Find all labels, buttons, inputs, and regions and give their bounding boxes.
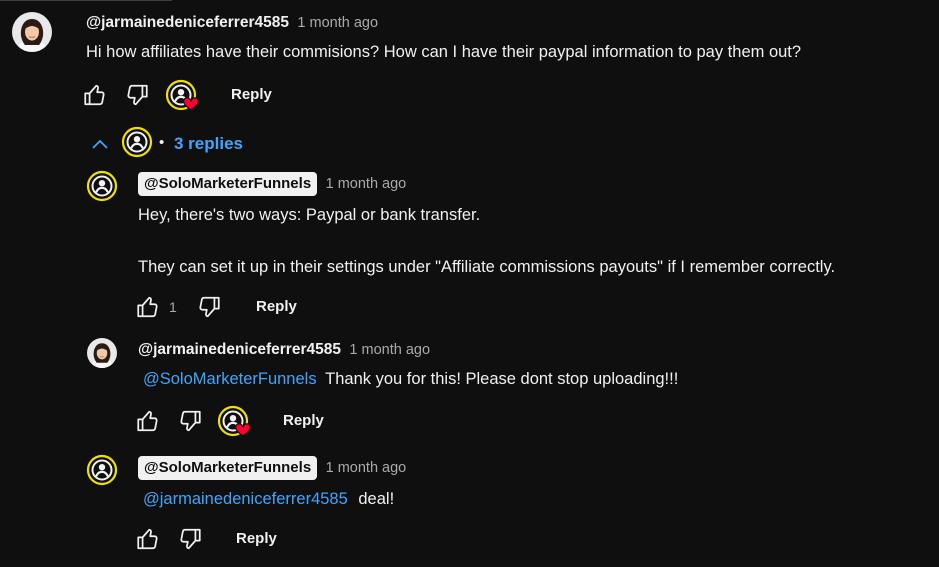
like-icon[interactable]: [135, 408, 161, 434]
reply-message: deal!: [358, 490, 395, 508]
reply-button[interactable]: Reply: [236, 530, 277, 547]
channel-avatar-icon[interactable]: [86, 170, 118, 202]
separator-dot: •: [159, 134, 165, 151]
comment-text: Hi how affiliates have their commisions?…: [86, 43, 802, 61]
creator-heart-icon: [217, 405, 253, 439]
comment-author[interactable]: @jarmainedeniceferrer4585: [86, 14, 289, 31]
commenter-avatar[interactable]: [87, 338, 117, 368]
commenter-avatar[interactable]: [12, 12, 52, 52]
reply-time[interactable]: 1 month ago: [326, 460, 407, 476]
mention-link[interactable]: @jarmainedeniceferrer4585: [143, 490, 348, 508]
reply-message: Thank you for this! Please dont stop upl…: [325, 370, 679, 388]
dislike-icon[interactable]: [196, 294, 222, 320]
like-icon[interactable]: [135, 526, 161, 552]
like-icon[interactable]: [135, 294, 161, 320]
reply-author[interactable]: @jarmainedeniceferrer4585: [138, 341, 341, 358]
like-count: 1: [169, 299, 177, 315]
replies-toggle-button[interactable]: 3 replies: [174, 134, 243, 154]
creator-heart-icon: [165, 79, 201, 113]
dislike-icon[interactable]: [124, 82, 150, 108]
chevron-up-icon[interactable]: [90, 136, 110, 152]
reply-button[interactable]: Reply: [283, 412, 324, 429]
comment-time[interactable]: 1 month ago: [297, 15, 378, 31]
reply-author-chip[interactable]: @SoloMarketerFunnels: [138, 456, 318, 480]
like-icon[interactable]: [82, 82, 108, 108]
top-divider: [0, 0, 172, 1]
reply-header: @SoloMarketerFunnels 1 month ago: [138, 172, 406, 196]
channel-avatar-icon[interactable]: [86, 454, 118, 486]
reply-text: @jarmainedeniceferrer4585 deal!: [143, 490, 394, 509]
mention-link[interactable]: @SoloMarketerFunnels: [143, 370, 317, 388]
dislike-icon[interactable]: [177, 408, 203, 434]
reply-text: @SoloMarketerFunnels Thank you for this!…: [143, 370, 678, 389]
reply-header: @SoloMarketerFunnels 1 month ago: [138, 456, 406, 480]
comment-header: @jarmainedeniceferrer4585 1 month ago: [86, 14, 378, 32]
reply-time[interactable]: 1 month ago: [349, 342, 430, 358]
reply-time[interactable]: 1 month ago: [326, 176, 407, 192]
reply-button[interactable]: Reply: [256, 298, 297, 315]
replier-avatar-icon: [121, 126, 153, 158]
reply-button[interactable]: Reply: [231, 86, 272, 103]
reply-text-line1: Hey, there's two ways: Paypal or bank tr…: [138, 206, 481, 224]
dislike-icon[interactable]: [177, 526, 203, 552]
reply-author-chip[interactable]: @SoloMarketerFunnels: [138, 172, 318, 196]
reply-text-line2: They can set it up in their settings und…: [138, 258, 836, 276]
reply-header: @jarmainedeniceferrer4585 1 month ago: [138, 341, 430, 359]
